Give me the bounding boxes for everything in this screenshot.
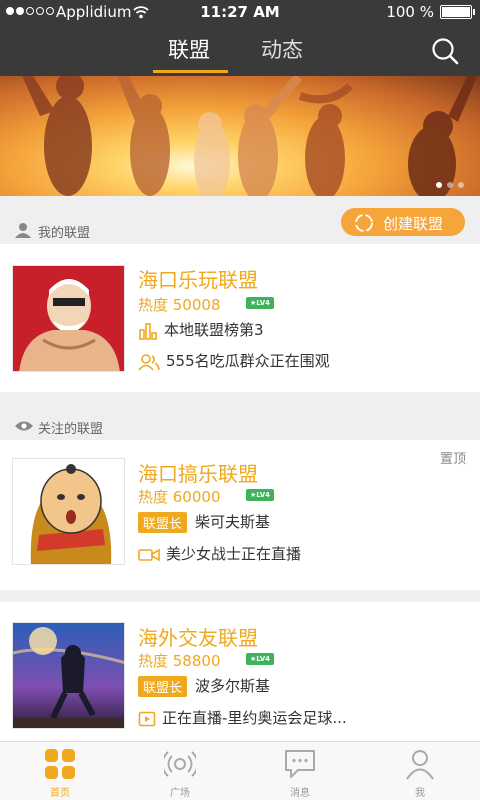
tab-label: 首页 <box>50 788 70 799</box>
tab-home[interactable]: 首页 <box>0 742 120 800</box>
eye-icon <box>15 421 33 431</box>
watchers-line: 555名吃瓜群众正在围观 <box>138 350 330 371</box>
live-text: 美少女战士正在直播 <box>166 545 302 563</box>
tab-alliance[interactable]: 联盟 <box>168 34 210 64</box>
bottom-tab-bar: 首页 广场 消息 我 <box>0 741 480 800</box>
alliance-name: 海口乐玩联盟 <box>138 268 258 292</box>
search-icon[interactable] <box>430 36 460 66</box>
my-alliance-card[interactable]: 海口乐玩联盟 热度 50008 ★LV4 本地联盟榜第3 555名吃瓜群众正在围… <box>0 244 480 392</box>
watchers-text: 555名吃瓜群众正在围观 <box>166 352 330 370</box>
top-nav: 联盟 动态 <box>0 24 480 76</box>
video-camera-icon <box>138 548 160 561</box>
followed-alliance-card[interactable]: 置顶 海口搞乐联盟 热度 60000 ★LV4 联盟长 柴可夫斯基 美少女战士正在… <box>0 440 480 590</box>
leader-badge: 联盟长 <box>138 676 188 697</box>
alliance-name: 海口搞乐联盟 <box>138 462 258 486</box>
create-alliance-button[interactable]: 创建联盟 <box>341 208 465 236</box>
heat-value: 热度 60000 <box>138 488 221 506</box>
heat-value: 热度 58800 <box>138 652 221 670</box>
leader-line: 联盟长 波多尔斯基 <box>138 675 270 697</box>
live-line: 正在直播-里约奥运会足球... <box>138 707 347 728</box>
people-icon <box>138 353 160 371</box>
tab-label: 我 <box>415 788 425 799</box>
pin-to-top-button[interactable]: 置顶 <box>440 448 466 467</box>
tab-feed[interactable]: 动态 <box>261 34 303 64</box>
alliance-name: 海外交友联盟 <box>138 626 258 650</box>
battery-icon <box>440 5 475 19</box>
user-icon <box>15 223 31 238</box>
level-badge: ★LV4 <box>246 653 274 665</box>
level-badge: ★LV4 <box>246 297 274 309</box>
alliance-avatar <box>12 622 125 729</box>
live-text: 正在直播-里约奥运会足球... <box>162 709 347 727</box>
status-bar: Applidium 11:27 AM 100 % <box>0 0 480 24</box>
active-tab-indicator <box>153 70 228 73</box>
section-title: 关注的联盟 <box>38 422 104 437</box>
tab-plaza[interactable]: 广场 <box>120 742 240 800</box>
carousel-pager <box>436 182 464 188</box>
tab-label: 广场 <box>170 788 190 799</box>
live-line: 美少女战士正在直播 <box>138 543 301 564</box>
alliance-avatar <box>12 265 125 372</box>
alliance-avatar <box>12 458 125 565</box>
play-icon <box>138 711 156 726</box>
rank-line: 本地联盟榜第3 <box>138 319 264 340</box>
create-icon <box>355 214 373 232</box>
create-alliance-label: 创建联盟 <box>383 215 444 233</box>
leader-line: 联盟长 柴可夫斯基 <box>138 511 270 533</box>
rank-text: 本地联盟榜第3 <box>164 321 264 339</box>
leader-badge: 联盟长 <box>138 512 188 533</box>
leader-name: 波多尔斯基 <box>195 677 271 695</box>
tab-me[interactable]: 我 <box>360 742 480 800</box>
tab-messages[interactable]: 消息 <box>240 742 360 800</box>
level-badge: ★LV4 <box>246 489 274 501</box>
followed-alliance-card[interactable]: 海外交友联盟 热度 58800 ★LV4 联盟长 波多尔斯基 正在直播-里约奥运会… <box>0 602 480 741</box>
ranking-icon <box>139 322 157 340</box>
tab-label: 消息 <box>290 788 310 799</box>
broadcast-icon <box>164 751 196 777</box>
profile-icon <box>406 750 434 780</box>
message-icon <box>285 750 315 778</box>
banner-carousel[interactable] <box>0 76 480 196</box>
banner-image <box>22 76 478 196</box>
home-grid-icon <box>45 749 75 779</box>
heat-value: 热度 50008 <box>138 296 221 314</box>
battery-percent: 100 % <box>386 3 434 21</box>
section-title: 我的联盟 <box>38 226 91 241</box>
leader-name: 柴可夫斯基 <box>195 513 271 531</box>
